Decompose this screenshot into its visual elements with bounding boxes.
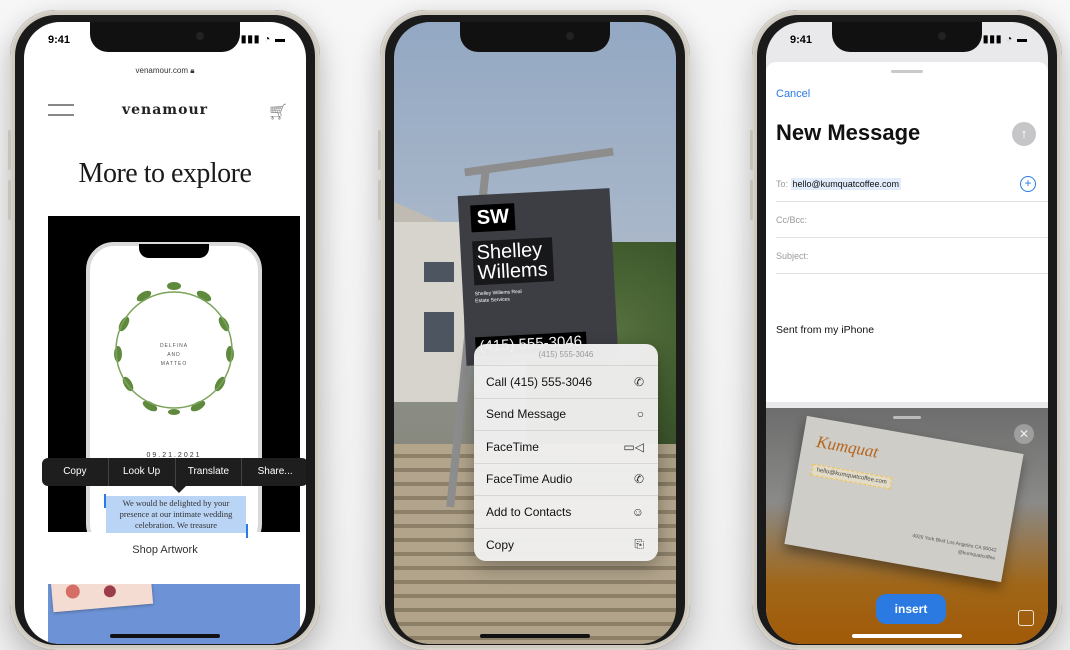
card-brand: Kumquat: [815, 432, 880, 462]
url-bar[interactable]: venamour.com 🔒︎: [24, 66, 306, 76]
menu-item-label: FaceTime: [486, 439, 539, 454]
business-card: Kumquat hello@kumquatcoffee.com 4926 Yor…: [784, 415, 1024, 583]
menu-header: (415) 555-3046: [474, 344, 658, 366]
mail-screen: 9:41 ▮▮▮ ◔ ▬ Cancel New Message ↑ To: he…: [766, 22, 1048, 644]
phone-icon: ✆: [633, 374, 644, 389]
facetime-menu-item[interactable]: FaceTime ▭◁: [474, 431, 658, 464]
scan-text-icon[interactable]: [1018, 610, 1034, 626]
phone-mail: 9:41 ▮▮▮ ◔ ▬ Cancel New Message ↑ To: he…: [750, 10, 1062, 650]
close-icon[interactable]: ✕: [1014, 424, 1034, 444]
send-message-menu-item[interactable]: Send Message ○: [474, 399, 658, 431]
translate-button[interactable]: Translate: [176, 458, 243, 486]
home-indicator[interactable]: [852, 634, 962, 638]
to-label: To:: [776, 179, 789, 189]
text-scanner-camera: ✕ Kumquat hello@kumquatcoffee.com 4926 Y…: [766, 408, 1048, 644]
menu-item-label: FaceTime Audio: [486, 472, 573, 487]
menu-item-label: Copy: [486, 537, 515, 552]
phone-number-actions-menu: (415) 555-3046 Call (415) 555-3046 ✆ Sen…: [474, 344, 658, 561]
subject-label: Subject:: [776, 251, 809, 261]
card-email[interactable]: hello@kumquatcoffee.com: [810, 463, 893, 490]
call-menu-item[interactable]: Call (415) 555-3046 ✆: [474, 366, 658, 399]
text-context-menu: Copy Look Up Translate Share...: [42, 458, 306, 486]
shop-artwork-link[interactable]: Shop Artwork: [24, 544, 306, 556]
status-time: 9:41: [48, 34, 71, 46]
selection-handle-end[interactable]: [246, 524, 248, 538]
menu-item-label: Add to Contacts: [486, 504, 572, 519]
selected-text[interactable]: We would be delighted by your presence a…: [106, 496, 246, 533]
menu-item-label: Send Message: [486, 407, 567, 422]
card-address: 4926 York Blvd Los Angeles CA 90042 @kum…: [911, 533, 997, 562]
camera-grabber[interactable]: [893, 416, 921, 419]
menu-item-label: Call (415) 555-3046: [486, 374, 593, 389]
look-up-button[interactable]: Look Up: [109, 458, 176, 486]
cc-bcc-label: Cc/Bcc:: [776, 215, 808, 225]
add-to-contacts-menu-item[interactable]: Add to Contacts ☺: [474, 496, 658, 529]
cancel-button[interactable]: Cancel: [776, 88, 810, 100]
copy-menu-item[interactable]: Copy ⎘: [474, 529, 658, 562]
phone-safari: 9:41 ▮▮▮ ◔ ▬ venamour.com 🔒︎ venamour 🛒︎…: [8, 10, 320, 650]
selection-handle-start[interactable]: [104, 494, 106, 508]
subject-field[interactable]: Subject:: [776, 238, 1048, 274]
status-bar: 9:41 ▮▮▮ ◔ ▬: [24, 32, 306, 52]
sign-initials[interactable]: SW: [470, 203, 516, 233]
status-bar: 9:41 ▮▮▮ ◔ ▬: [766, 32, 1048, 52]
context-menu-arrow: [172, 486, 186, 493]
brand-logo[interactable]: venamour: [24, 102, 306, 118]
phone-camera-livetext: SW Shelley Willems Shelley Willems Real …: [378, 10, 690, 650]
page-title: More to explore: [78, 158, 252, 189]
lock-icon: 🔒︎: [190, 66, 195, 75]
home-indicator[interactable]: [480, 634, 590, 638]
share-button[interactable]: Share...: [242, 458, 306, 486]
copy-icon: ⎘: [634, 537, 644, 552]
url-text: venamour.com: [135, 66, 188, 75]
house-image: [394, 222, 464, 402]
compose-sheet: Cancel New Message ↑ To: hello@kumquatco…: [766, 62, 1048, 402]
stage: 9:41 ▮▮▮ ◔ ▬ venamour.com 🔒︎ venamour 🛒︎…: [0, 0, 1070, 650]
site-nav: venamour 🛒︎: [24, 98, 306, 122]
status-time: 9:41: [790, 34, 813, 46]
sheet-grabber[interactable]: [891, 70, 923, 73]
real-estate-sign: SW Shelley Willems Shelley Willems Real …: [457, 188, 619, 366]
camera-screen: SW Shelley Willems Shelley Willems Real …: [394, 22, 676, 644]
safari-screen: 9:41 ▮▮▮ ◔ ▬ venamour.com 🔒︎ venamour 🛒︎…: [24, 22, 306, 644]
message-body[interactable]: Sent from my iPhone: [776, 324, 874, 336]
sign-name[interactable]: Shelley Willems: [472, 237, 555, 286]
insert-button[interactable]: insert: [876, 594, 946, 624]
sign-subtitle: Shelley Willems Real Estate Services: [474, 288, 522, 305]
notch: [460, 22, 610, 52]
video-icon: ▭◁: [623, 439, 644, 454]
message-icon: ○: [636, 407, 644, 422]
cart-icon[interactable]: 🛒︎: [268, 102, 288, 122]
status-icons: ▮▮▮ ◔ ▬: [982, 34, 1028, 45]
status-icons: ▮▮▮ ◔ ▬: [240, 34, 286, 45]
home-indicator[interactable]: [110, 634, 220, 638]
send-button[interactable]: ↑: [1012, 122, 1036, 146]
facetime-audio-menu-item[interactable]: FaceTime Audio ✆: [474, 464, 658, 496]
couple-names: DELFINA AND MATTEO: [159, 343, 189, 367]
to-field[interactable]: To: hello@kumquatcoffee.com +: [776, 166, 1048, 202]
contact-add-icon: ☺: [631, 504, 644, 519]
to-value[interactable]: hello@kumquatcoffee.com: [790, 178, 902, 190]
compose-title: New Message: [776, 120, 921, 145]
cc-bcc-field[interactable]: Cc/Bcc:: [776, 202, 1048, 238]
add-recipient-icon[interactable]: +: [1020, 176, 1036, 192]
copy-button[interactable]: Copy: [42, 458, 109, 486]
phone-icon: ✆: [633, 472, 644, 487]
